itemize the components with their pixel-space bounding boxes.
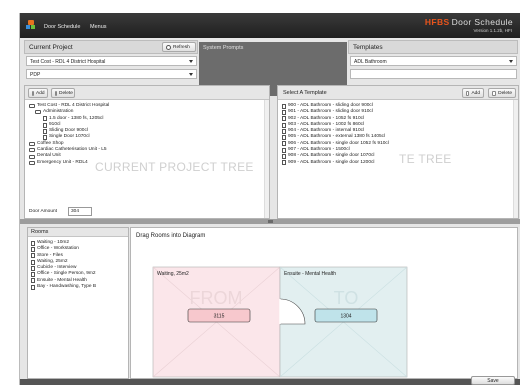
to-watermark: TO (334, 288, 359, 308)
subproject-select[interactable]: PDP (26, 69, 197, 79)
template-select-value: ADL Bathroom (354, 59, 387, 65)
document-icon (282, 135, 286, 141)
document-icon (31, 246, 35, 252)
app-logo-icon (26, 20, 36, 30)
from-watermark: FROM (190, 288, 243, 308)
save-button[interactable]: Save (471, 376, 515, 385)
document-icon (282, 122, 286, 128)
menu-menus[interactable]: Menus (90, 24, 107, 30)
door-diagram: Waiting, 25m2 Ensuite - Mental Health FR… (152, 266, 408, 378)
refresh-button[interactable]: Refresh (162, 42, 196, 52)
document-icon (31, 240, 35, 246)
rooms-list: Waiting - 10m2 Office - Workstation Stor… (31, 240, 96, 290)
project-select[interactable]: Test Cost - RDL 4 District Hospital (26, 56, 197, 66)
template-delete-button[interactable]: Delete (488, 88, 516, 98)
document-icon (43, 128, 47, 134)
project-tree-watermark: CURRENT PROJECT TREE (95, 160, 254, 174)
document-icon (31, 265, 35, 271)
chevron-down-icon (509, 60, 513, 63)
tree-delete-button[interactable]: Delete (51, 88, 75, 98)
diagram-pane: Drag Rooms into Diagram Waiting, 25m2 En… (130, 227, 518, 379)
document-icon (31, 278, 35, 284)
room-item-label: Bay - Handwashing, Type B (37, 284, 97, 290)
to-door-code: 1304 (340, 314, 351, 320)
document-icon (282, 141, 286, 147)
document-icon (43, 122, 47, 128)
folder-icon (29, 148, 35, 153)
template-add-label: Add (471, 90, 480, 96)
folder-icon (29, 154, 35, 159)
project-tree-pane: Add Delete Test Cost - RDL 4 District Ho… (24, 85, 270, 219)
project-tree-scrollbar[interactable] (264, 100, 269, 218)
template-list: 900 - ADL Bathroom - sliding door 900cl … (282, 103, 389, 166)
project-select-value: Test Cost - RDL 4 District Hospital (30, 59, 106, 65)
refresh-icon (166, 44, 171, 50)
folder-icon (29, 141, 35, 146)
tree-add-button[interactable]: Add (28, 88, 48, 98)
room-item[interactable]: Bay - Handwashing, Type B (31, 284, 96, 290)
document-icon (282, 116, 286, 122)
delete-icon (55, 90, 57, 96)
folder-icon (35, 110, 41, 115)
template-item-label: 909 - ADL Bathroom - single door 1200cl (288, 159, 375, 165)
from-door-code: 3115 (214, 314, 225, 320)
app-window: Door Schedule Menus HFBS Door Schedule Ve… (19, 13, 520, 385)
template-tree-watermark: TE TREE (399, 152, 452, 166)
document-icon (282, 147, 286, 153)
document-icon (282, 103, 286, 109)
add-icon (466, 90, 470, 96)
template-list-scrollbar[interactable] (513, 100, 518, 218)
templates-header: Templates (348, 40, 518, 54)
delete-icon (492, 90, 497, 96)
document-icon (282, 109, 286, 115)
grip-icon (268, 220, 273, 223)
menu-door-schedule[interactable]: Door Schedule (44, 24, 80, 30)
title-bar: Door Schedule Menus HFBS Door Schedule Ve… (20, 13, 520, 38)
folder-icon (29, 160, 35, 165)
rooms-title: Rooms (28, 228, 128, 237)
tree-delete-label: Delete (59, 90, 73, 96)
templates-title: Templates (353, 44, 383, 51)
brand-accent: HFBS (424, 17, 450, 27)
template-list-pane: Select A Template Add Delete 900 - ADL B… (277, 85, 519, 219)
template-list-title: Select A Template (283, 90, 327, 96)
refresh-label: Refresh (173, 44, 190, 50)
pane-splitter[interactable] (20, 219, 520, 224)
to-room-label: Ensuite - Mental Health (284, 271, 336, 277)
system-prompts-label: System Prompts (203, 45, 244, 51)
add-icon (32, 90, 34, 96)
template-select[interactable]: ADL Bathroom (350, 56, 517, 66)
document-icon (43, 116, 47, 122)
document-icon (31, 284, 35, 290)
document-icon (31, 259, 35, 265)
rooms-pane: Rooms Waiting - 10m2 Office - Workstatio… (27, 227, 129, 379)
template-add-button[interactable]: Add (462, 88, 484, 98)
template-delete-label: Delete (498, 90, 512, 96)
subproject-select-value: PDP (30, 72, 41, 78)
bottom-bar (20, 379, 520, 385)
version-label: Version 1.1.2b, HFI (473, 28, 512, 33)
brand-text: Door Schedule (451, 17, 513, 27)
document-icon (31, 253, 35, 259)
document-icon (43, 135, 47, 141)
document-icon (282, 128, 286, 134)
document-icon (282, 160, 286, 166)
chevron-down-icon (189, 60, 193, 63)
template-item[interactable]: 909 - ADL Bathroom - single door 1200cl (282, 160, 389, 166)
door-amount-input[interactable]: 304 (68, 207, 92, 216)
document-icon (282, 154, 286, 160)
folder-icon (29, 104, 35, 109)
door-amount-label: Door Amount (29, 209, 57, 214)
chevron-down-icon (189, 73, 193, 76)
brand-title: HFBS Door Schedule (425, 17, 513, 27)
template-secondary-field[interactable] (350, 69, 517, 79)
from-room-label: Waiting, 25m2 (157, 271, 189, 277)
document-icon (31, 272, 35, 278)
current-project-title: Current Project (29, 44, 73, 51)
project-tree: Test Cost - RDL 4 District Hospital Admi… (29, 103, 109, 166)
tree-item-label: Emergency Unit - RDL4 (37, 159, 88, 165)
tree-add-label: Add (36, 90, 45, 96)
